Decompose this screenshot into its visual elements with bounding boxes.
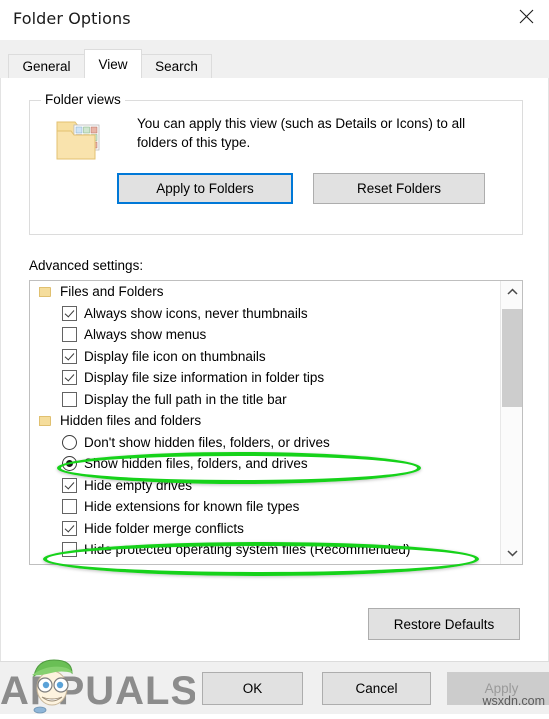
title-bar: Folder Options bbox=[0, 0, 549, 40]
settings-row-label: Display the full path in the title bar bbox=[84, 392, 287, 407]
settings-row-label: Hidden files and folders bbox=[60, 413, 201, 428]
tab-search[interactable]: Search bbox=[141, 54, 212, 78]
radio-selected-icon[interactable] bbox=[62, 456, 77, 471]
close-button[interactable] bbox=[503, 0, 549, 32]
settings-group-row[interactable]: Files and Folders bbox=[30, 281, 500, 303]
scroll-up-button[interactable] bbox=[501, 281, 523, 303]
settings-option-row[interactable]: Hide protected operating system files (R… bbox=[30, 539, 500, 561]
settings-row-label: Hide empty drives bbox=[84, 478, 192, 493]
close-icon bbox=[519, 9, 534, 24]
settings-row-label: Always show menus bbox=[84, 327, 206, 342]
settings-option-row[interactable]: Show hidden files, folders, and drives bbox=[30, 453, 500, 475]
settings-row-label: Display file size information in folder … bbox=[84, 370, 324, 385]
settings-option-row[interactable]: Hide folder merge conflicts bbox=[30, 518, 500, 540]
settings-option-row[interactable]: Display the full path in the title bar bbox=[30, 389, 500, 411]
apply-button: Apply bbox=[447, 672, 549, 705]
settings-row-label: Always show icons, never thumbnails bbox=[84, 306, 308, 321]
checkbox-checked-icon[interactable] bbox=[62, 306, 77, 321]
settings-option-row[interactable]: Don't show hidden files, folders, or dri… bbox=[30, 432, 500, 454]
checkbox-unchecked-icon[interactable] bbox=[62, 542, 77, 557]
advanced-settings-scrollbar[interactable] bbox=[500, 281, 522, 564]
checkbox-unchecked-icon[interactable] bbox=[62, 327, 77, 342]
tab-view[interactable]: View bbox=[84, 49, 142, 78]
tab-search-label: Search bbox=[155, 59, 198, 74]
settings-row-label: Display file icon on thumbnails bbox=[84, 349, 266, 364]
ok-label: OK bbox=[243, 681, 263, 696]
folder-icon bbox=[39, 286, 52, 297]
checkbox-unchecked-icon[interactable] bbox=[62, 392, 77, 407]
reset-folders-label: Reset Folders bbox=[357, 181, 441, 196]
settings-option-row[interactable]: Always show icons, never thumbnails bbox=[30, 303, 500, 325]
chevron-up-icon bbox=[507, 283, 518, 301]
advanced-settings-rows: Files and Folders Always show icons, neve… bbox=[30, 281, 500, 564]
cancel-label: Cancel bbox=[355, 681, 397, 696]
settings-option-row[interactable]: Display file size information in folder … bbox=[30, 367, 500, 389]
checkbox-checked-icon[interactable] bbox=[62, 370, 77, 385]
tab-strip: General View Search bbox=[0, 40, 549, 79]
restore-defaults-button[interactable]: Restore Defaults bbox=[368, 608, 520, 640]
chevron-down-icon bbox=[507, 544, 518, 562]
advanced-settings-label: Advanced settings: bbox=[29, 258, 143, 273]
checkbox-checked-icon[interactable] bbox=[62, 521, 77, 536]
settings-option-row[interactable]: Launch folder windows in a separate proc… bbox=[30, 561, 500, 565]
settings-row-label: Hide protected operating system files (R… bbox=[84, 542, 410, 557]
scroll-down-button[interactable] bbox=[501, 542, 523, 564]
tab-general[interactable]: General bbox=[8, 54, 85, 78]
settings-option-row[interactable]: Display file icon on thumbnails bbox=[30, 346, 500, 368]
settings-option-row[interactable]: Hide empty drives bbox=[30, 475, 500, 497]
apply-to-folders-button[interactable]: Apply to Folders bbox=[117, 173, 293, 204]
checkbox-unchecked-icon[interactable] bbox=[62, 499, 77, 514]
reset-folders-button[interactable]: Reset Folders bbox=[313, 173, 485, 204]
radio-unselected-icon[interactable] bbox=[62, 435, 77, 450]
cancel-button[interactable]: Cancel bbox=[322, 672, 431, 705]
restore-defaults-label: Restore Defaults bbox=[394, 617, 495, 632]
tab-view-label: View bbox=[98, 57, 127, 72]
folder-views-description: You can apply this view (such as Details… bbox=[137, 114, 487, 152]
settings-row-label: Files and Folders bbox=[60, 284, 164, 299]
settings-option-row[interactable]: Hide extensions for known file types bbox=[30, 496, 500, 518]
folder-thumbnails-icon bbox=[53, 116, 105, 166]
apply-to-folders-label: Apply to Folders bbox=[156, 181, 254, 196]
scrollbar-thumb[interactable] bbox=[502, 309, 522, 407]
tab-general-label: General bbox=[22, 59, 70, 74]
advanced-settings-list[interactable]: Files and Folders Always show icons, neve… bbox=[29, 280, 523, 565]
settings-row-label: Hide folder merge conflicts bbox=[84, 521, 244, 536]
command-bar: OK Cancel Apply bbox=[0, 661, 549, 714]
folder-views-legend: Folder views bbox=[41, 92, 125, 107]
folder-icon bbox=[39, 415, 52, 426]
ok-button[interactable]: OK bbox=[202, 672, 303, 705]
apply-label: Apply bbox=[485, 681, 519, 696]
checkbox-checked-icon[interactable] bbox=[62, 478, 77, 493]
settings-row-label: Hide extensions for known file types bbox=[84, 499, 299, 514]
checkbox-checked-icon[interactable] bbox=[62, 349, 77, 364]
settings-group-row[interactable]: Hidden files and folders bbox=[30, 410, 500, 432]
settings-row-label: Show hidden files, folders, and drives bbox=[84, 456, 308, 471]
window-title: Folder Options bbox=[13, 9, 131, 28]
settings-row-label: Don't show hidden files, folders, or dri… bbox=[84, 435, 330, 450]
view-tab-panel: Folder views You can apply this view (su… bbox=[0, 78, 549, 661]
settings-option-row[interactable]: Always show menus bbox=[30, 324, 500, 346]
